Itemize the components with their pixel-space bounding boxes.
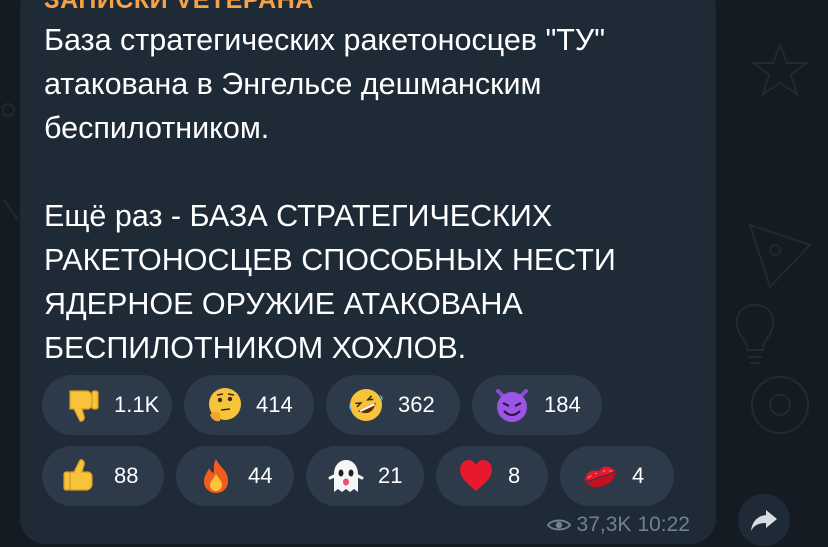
rolling-laughing-icon bbox=[346, 385, 386, 425]
thumbs-up-icon bbox=[62, 456, 102, 496]
reaction-count: 362 bbox=[398, 392, 435, 417]
reaction-count: 88 bbox=[114, 463, 139, 488]
share-arrow-icon bbox=[751, 510, 777, 531]
star-doodle-icon bbox=[751, 42, 809, 97]
reaction-thumbs-down[interactable]: 1.1K bbox=[42, 375, 172, 435]
lightbulb-doodle-icon bbox=[735, 303, 775, 364]
reaction-heart[interactable]: 8 bbox=[436, 446, 548, 506]
ghost-icon bbox=[326, 456, 366, 496]
message-time: 10:22 bbox=[637, 513, 690, 536]
reaction-fire[interactable]: 44 bbox=[176, 446, 294, 506]
left-edge-doodle bbox=[2, 103, 19, 221]
thumbs-down-icon bbox=[62, 385, 102, 425]
message-meta: 37,3K 10:22 bbox=[546, 513, 690, 537]
heart-icon bbox=[456, 456, 496, 496]
reaction-ghost[interactable]: 21 bbox=[306, 446, 424, 506]
message-text: База стратегических ракетоносцев "ТУ" ат… bbox=[44, 23, 616, 365]
smiling-imp-icon bbox=[492, 385, 532, 425]
reaction-thumbs-up[interactable]: 88 bbox=[42, 446, 164, 506]
reaction-count: 1.1K bbox=[114, 392, 160, 417]
reaction-count: 4 bbox=[632, 463, 645, 488]
share-button[interactable] bbox=[738, 494, 790, 546]
reaction-count: 21 bbox=[378, 463, 403, 488]
views-eye-icon bbox=[546, 519, 571, 531]
reaction-thinking-face[interactable]: 414 bbox=[184, 375, 314, 435]
thinking-face-icon bbox=[204, 385, 244, 425]
reaction-rolling-laughing[interactable]: 362 bbox=[326, 375, 460, 435]
views-count: 37,3K bbox=[576, 513, 632, 536]
reaction-kiss-mark[interactable]: 4 bbox=[560, 446, 674, 506]
reactions-row-2: 88 44 21 8 4 bbox=[42, 446, 674, 506]
reaction-smiling-imp[interactable]: 184 bbox=[472, 375, 602, 435]
reaction-count: 414 bbox=[256, 392, 293, 417]
fire-icon bbox=[196, 456, 236, 496]
channel-name[interactable]: ЗАПИСКИ VETEPAHA bbox=[44, 0, 314, 15]
kiss-mark-icon bbox=[580, 456, 620, 496]
ball-doodle-icon bbox=[751, 376, 809, 434]
reactions-row-1: 1.1K 414 362 184 bbox=[42, 375, 602, 435]
reaction-count: 8 bbox=[508, 463, 521, 488]
reaction-count: 44 bbox=[248, 463, 273, 488]
pizza-doodle-icon bbox=[748, 223, 812, 289]
reaction-count: 184 bbox=[544, 392, 581, 417]
